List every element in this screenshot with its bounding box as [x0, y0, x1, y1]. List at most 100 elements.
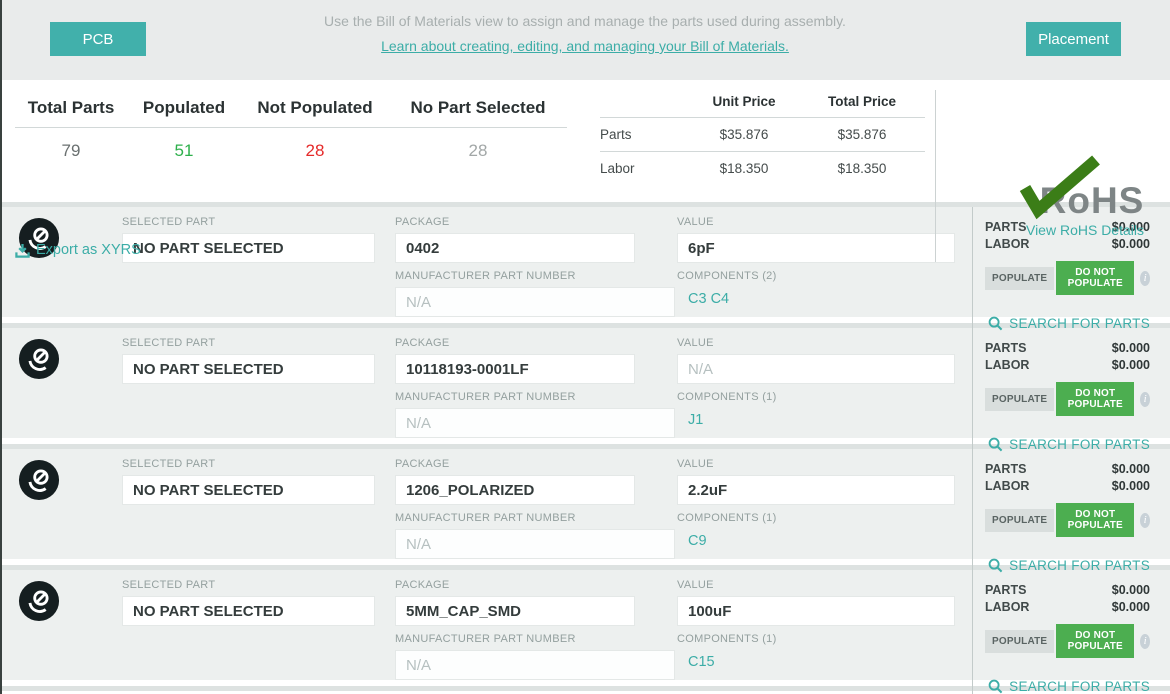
component-links[interactable]: J1 [677, 412, 972, 428]
components-label: COMPONENTS (1) [677, 633, 972, 645]
selected-part-label: SELECTED PART [122, 579, 395, 591]
download-icon [15, 243, 30, 258]
part-stats: Total Parts Populated Not Populated No P… [15, 98, 567, 161]
components-label: COMPONENTS (1) [677, 512, 972, 524]
manufacturer-part-number-input[interactable] [395, 650, 675, 680]
populate-button[interactable]: POPULATE [985, 509, 1054, 532]
labor-label: LABOR [985, 236, 1029, 253]
populate-button[interactable]: POPULATE [985, 630, 1054, 653]
package-column: PACKAGE MANUFACTURER PART NUMBER [395, 328, 677, 452]
value-input[interactable] [677, 596, 955, 626]
value-label: VALUE [677, 337, 972, 349]
stat-header-total-parts: Total Parts [15, 98, 127, 127]
components-label: COMPONENTS (1) [677, 391, 972, 403]
window-left-edge [0, 0, 2, 694]
bom-row: SELECTED PART PACKAGE MANUFACTURER PART … [0, 565, 1170, 680]
selected-part-label: SELECTED PART [122, 216, 395, 228]
manufacturer-part-number-input[interactable] [395, 408, 675, 438]
do-not-populate-button[interactable]: DO NOT POPULATE [1056, 261, 1134, 295]
parts-price: $0.000 [1112, 340, 1150, 357]
populate-button[interactable]: POPULATE [985, 267, 1054, 290]
price-table: Unit Price Total Price Parts $35.876 $35… [600, 94, 925, 185]
export-xyrs-label: Export as XYRS [36, 242, 141, 258]
selected-part-column: SELECTED PART [122, 449, 395, 573]
selected-part-input[interactable] [122, 475, 375, 505]
value-column: VALUE COMPONENTS (2) C3 C4 [677, 207, 972, 331]
bom-learn-link[interactable]: Learn about creating, editing, and manag… [381, 38, 789, 54]
info-icon[interactable]: i [1140, 634, 1150, 649]
row-pricing-panel: PARTS$0.000 LABOR$0.000 POPULATE DO NOT … [972, 449, 1170, 573]
bom-list: SELECTED PART PACKAGE MANUFACTURER PART … [0, 202, 1170, 691]
package-input[interactable] [395, 233, 635, 263]
generic-part-icon [0, 570, 122, 694]
stat-header-not-populated: Not Populated [241, 98, 389, 127]
labor-price: $0.000 [1112, 357, 1150, 374]
component-links[interactable]: C15 [677, 654, 972, 670]
value-input[interactable] [677, 233, 955, 263]
selected-part-input[interactable] [122, 596, 375, 626]
manufacturer-part-number-label: MANUFACTURER PART NUMBER [395, 391, 677, 403]
parts-unit-price: $35.876 [685, 127, 803, 142]
package-label: PACKAGE [395, 216, 677, 228]
manufacturer-part-number-input[interactable] [395, 529, 675, 559]
bom-row: SELECTED PART PACKAGE MANUFACTURER PART … [0, 444, 1170, 559]
selected-part-column: SELECTED PART [122, 328, 395, 452]
selected-part-label: SELECTED PART [122, 458, 395, 470]
value-input[interactable] [677, 354, 955, 384]
labor-label: LABOR [985, 599, 1029, 616]
package-input[interactable] [395, 354, 635, 384]
package-input[interactable] [395, 475, 635, 505]
package-input[interactable] [395, 596, 635, 626]
search-for-parts-label: SEARCH FOR PARTS [1009, 679, 1150, 694]
labor-price: $0.000 [1112, 478, 1150, 495]
labor-label: LABOR [985, 357, 1029, 374]
package-column: PACKAGE MANUFACTURER PART NUMBER [395, 570, 677, 694]
stat-value-total-parts: 79 [15, 128, 127, 161]
value-label: VALUE [677, 216, 972, 228]
info-icon[interactable]: i [1140, 271, 1150, 286]
rohs-block: RoHS View RoHS Details [1005, 180, 1165, 238]
selected-part-column: SELECTED PART [122, 207, 395, 331]
selected-part-column: SELECTED PART [122, 570, 395, 694]
components-label: COMPONENTS (2) [677, 270, 972, 282]
parts-label: PARTS [985, 340, 1026, 357]
bom-row: SELECTED PART PACKAGE MANUFACTURER PART … [0, 323, 1170, 438]
placement-button[interactable]: Placement [1026, 22, 1121, 56]
value-label: VALUE [677, 458, 972, 470]
package-label: PACKAGE [395, 337, 677, 349]
parts-label: PARTS [985, 461, 1026, 478]
pcb-button[interactable]: PCB [50, 22, 146, 56]
summary-section: Total Parts Populated Not Populated No P… [0, 80, 1170, 202]
value-column: VALUE COMPONENTS (1) C15 [677, 570, 972, 694]
summary-divider [935, 90, 936, 262]
package-label: PACKAGE [395, 579, 677, 591]
search-for-parts-link[interactable]: SEARCH FOR PARTS [985, 679, 1150, 694]
generic-part-icon [0, 207, 122, 331]
value-input[interactable] [677, 475, 955, 505]
stat-header-no-part-selected: No Part Selected [389, 98, 567, 127]
do-not-populate-button[interactable]: DO NOT POPULATE [1056, 503, 1134, 537]
value-column: VALUE COMPONENTS (1) J1 [677, 328, 972, 452]
do-not-populate-button[interactable]: DO NOT POPULATE [1056, 624, 1134, 658]
unit-price-header: Unit Price [685, 94, 803, 109]
total-price-header: Total Price [803, 94, 921, 109]
search-icon [988, 679, 1003, 694]
stat-value-not-populated: 28 [241, 128, 389, 161]
do-not-populate-button[interactable]: DO NOT POPULATE [1056, 382, 1134, 416]
selected-part-input[interactable] [122, 354, 375, 384]
selected-part-input[interactable] [122, 233, 375, 263]
labor-price: $0.000 [1112, 236, 1150, 253]
selected-part-label: SELECTED PART [122, 337, 395, 349]
component-links[interactable]: C3 C4 [677, 291, 972, 307]
generic-part-icon [0, 328, 122, 452]
parts-price-label: Parts [600, 127, 685, 142]
generic-part-icon [0, 449, 122, 573]
info-icon[interactable]: i [1140, 513, 1150, 528]
export-xyrs-link[interactable]: Export as XYRS [15, 242, 141, 258]
labor-total-price: $18.350 [803, 161, 921, 176]
component-links[interactable]: C9 [677, 533, 972, 549]
info-icon[interactable]: i [1140, 392, 1150, 407]
populate-button[interactable]: POPULATE [985, 388, 1054, 411]
rohs-checkmark-icon [1018, 154, 1104, 225]
manufacturer-part-number-input[interactable] [395, 287, 675, 317]
